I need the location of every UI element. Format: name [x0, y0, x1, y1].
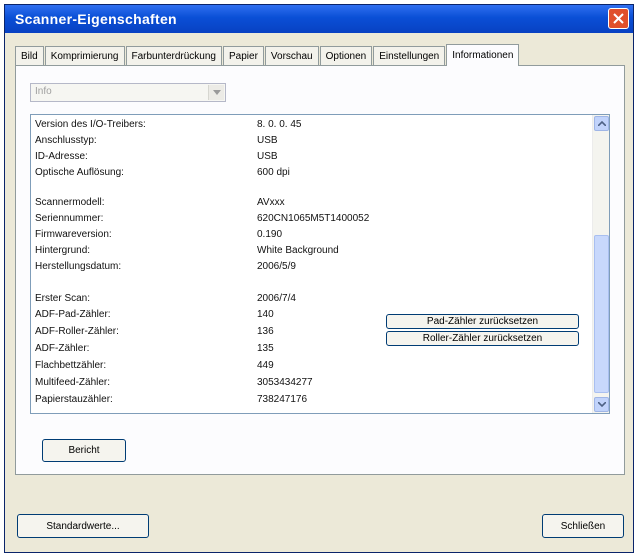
- close-window-button[interactable]: [608, 8, 629, 29]
- defaults-button[interactable]: Standardwerte...: [17, 514, 149, 538]
- dropdown-button[interactable]: [208, 85, 224, 100]
- tab-farbunterdrueckung[interactable]: Farbunterdrückung: [125, 46, 222, 65]
- close-icon: [613, 13, 624, 24]
- tab-optionen[interactable]: Optionen: [319, 46, 373, 65]
- info-select[interactable]: Info: [30, 83, 226, 102]
- reset-roller-counter-button[interactable]: Roller-Zähler zurücksetzen: [386, 331, 579, 346]
- scroll-up-icon: [597, 121, 606, 126]
- tab-informationen[interactable]: Informationen: [446, 44, 520, 66]
- scrollbar-thumb[interactable]: [594, 235, 609, 393]
- tab-strip: Bild Komprimierung Farbunterdrückung Pap…: [15, 44, 520, 66]
- report-button[interactable]: Bericht: [42, 439, 126, 462]
- tab-papier[interactable]: Papier: [223, 46, 264, 65]
- scroll-up-button[interactable]: [594, 116, 609, 131]
- title-bar[interactable]: Scanner-Eigenschaften: [5, 5, 633, 33]
- window-title: Scanner-Eigenschaften: [15, 11, 177, 27]
- tab-vorschau[interactable]: Vorschau: [264, 46, 319, 65]
- close-button[interactable]: Schließen: [542, 514, 624, 538]
- scanner-properties-dialog: Scanner-Eigenschaften Bild Komprimierung…: [4, 4, 634, 553]
- informationen-panel: Info Version des I/O-Treibers: 8. 0. 0. 4…: [15, 65, 625, 475]
- reset-pad-counter-button[interactable]: Pad-Zähler zurücksetzen: [386, 314, 579, 329]
- info-select-value: Info: [35, 86, 52, 97]
- scroll-down-icon: [597, 402, 606, 407]
- tab-komprimierung[interactable]: Komprimierung: [44, 46, 125, 65]
- info-list-scrollbar[interactable]: [592, 115, 609, 413]
- chevron-down-icon: [212, 90, 221, 95]
- tab-bild[interactable]: Bild: [15, 46, 44, 65]
- info-list[interactable]: Version des I/O-Treibers: 8. 0. 0. 45 Ans…: [30, 114, 610, 414]
- scroll-down-button[interactable]: [594, 397, 609, 412]
- tab-einstellungen[interactable]: Einstellungen: [373, 46, 446, 65]
